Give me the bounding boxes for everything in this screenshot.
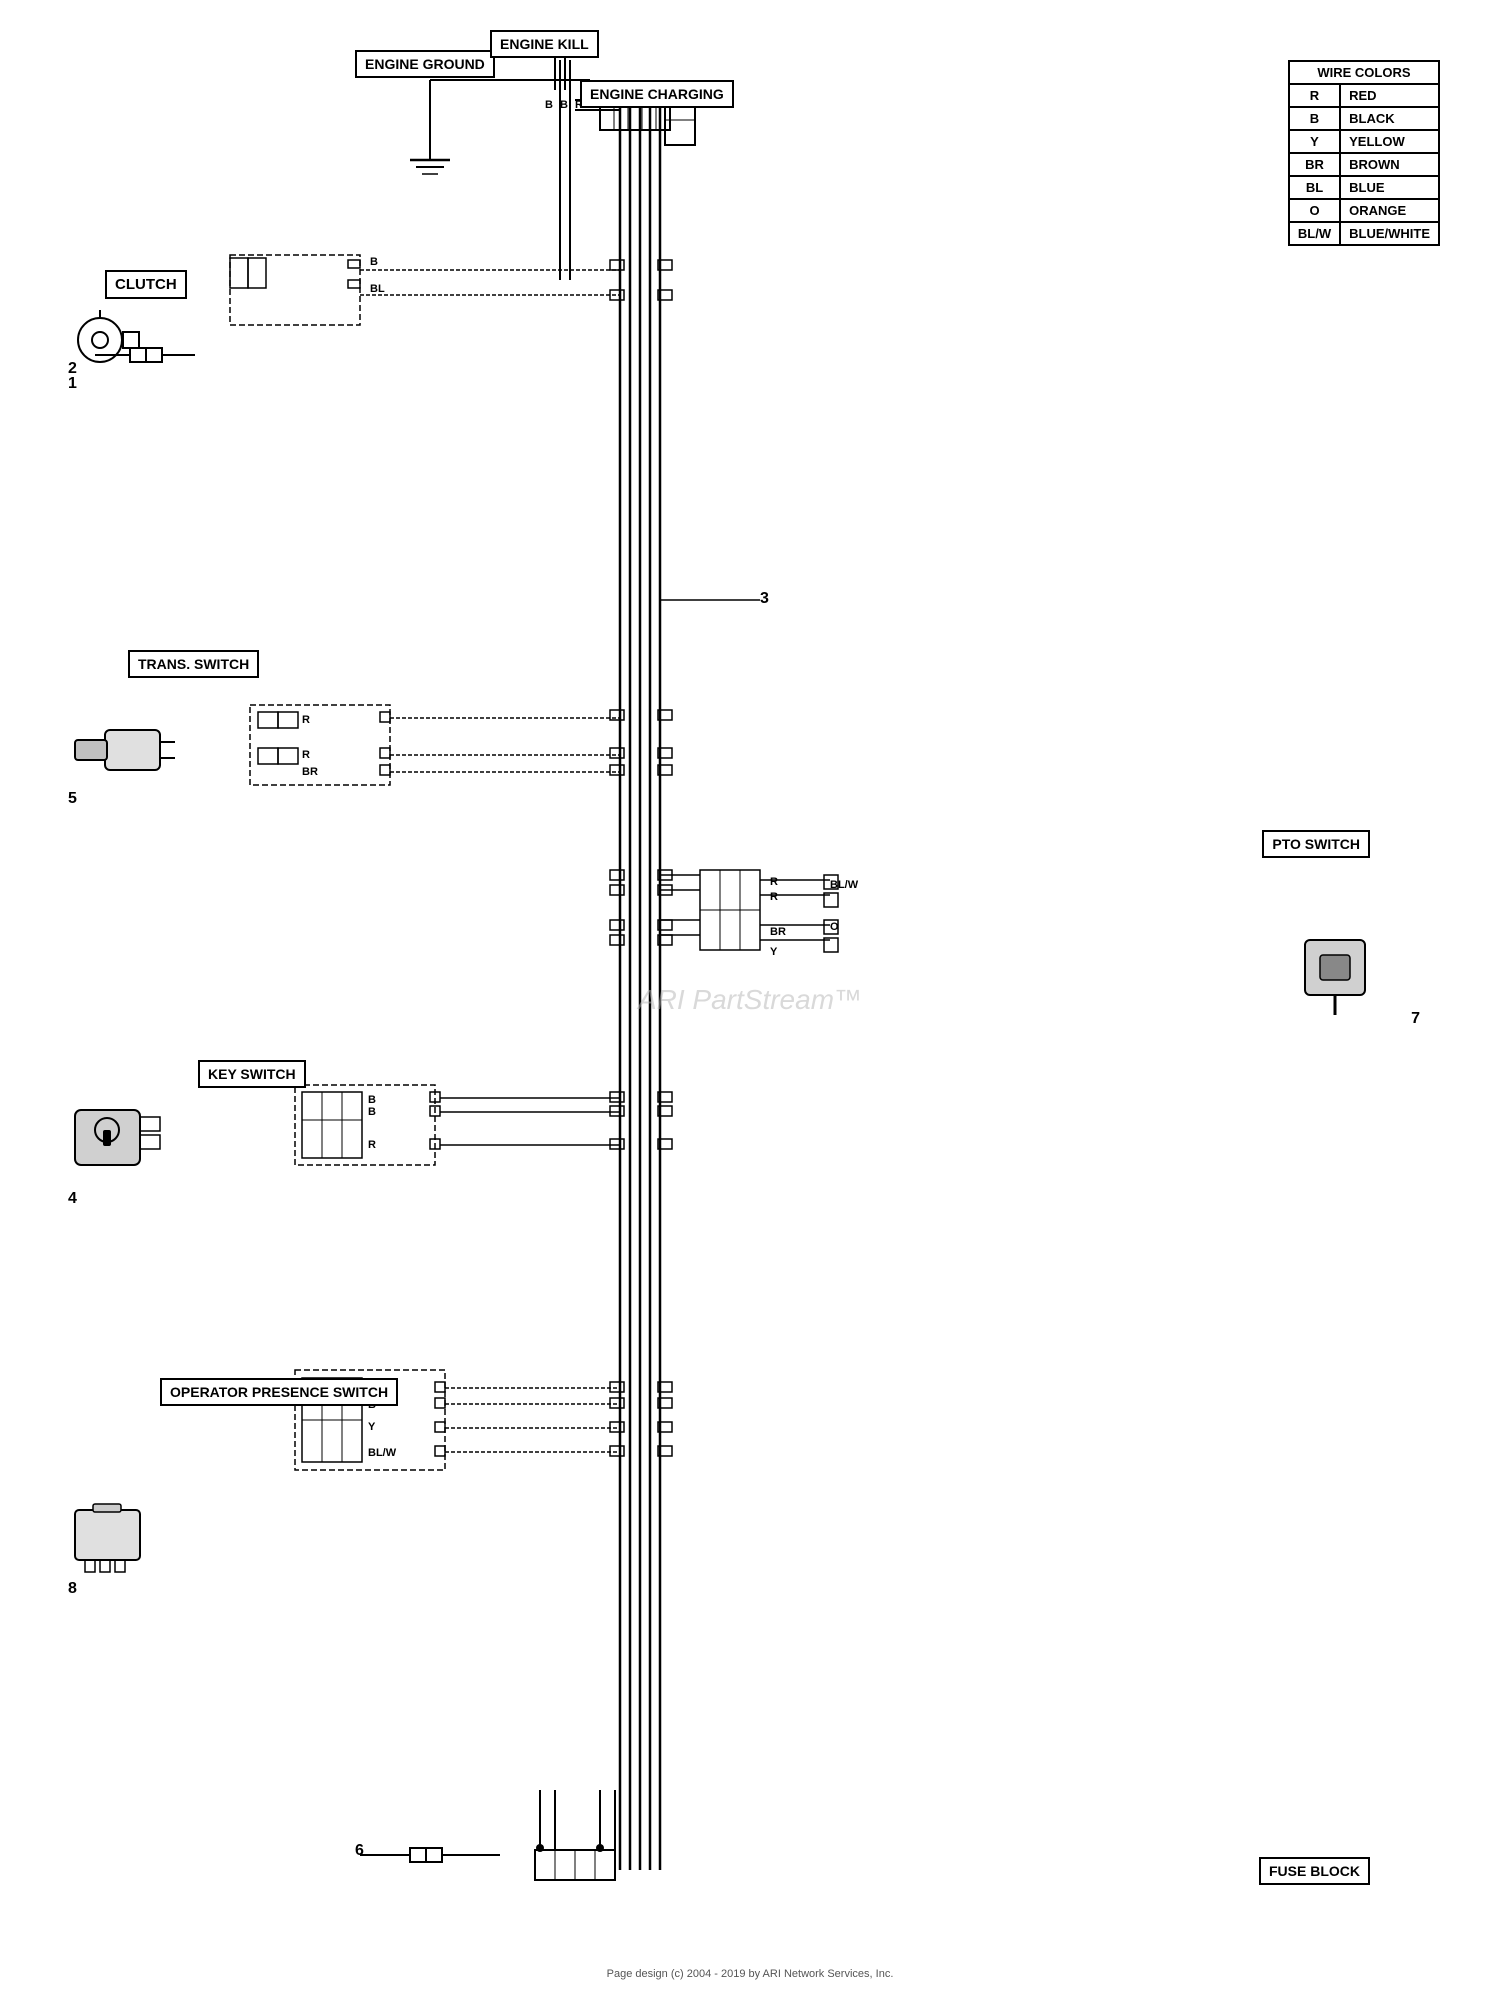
key-switch-label: KEY SWITCH bbox=[198, 1060, 306, 1088]
wire-color-row: YYELLOW bbox=[1289, 130, 1439, 153]
wire-color-row: BL/WBLUE/WHITE bbox=[1289, 222, 1439, 245]
op-presence-label: OPERATOR PRESENCE SWITCH bbox=[160, 1378, 398, 1406]
fuse-block-label: FUSE BLOCK bbox=[1259, 1857, 1370, 1885]
svg-text:Y: Y bbox=[368, 1421, 376, 1433]
pto-switch-component bbox=[1290, 930, 1380, 1025]
svg-text:B: B bbox=[368, 1094, 376, 1106]
key-switch-component bbox=[60, 1095, 190, 1190]
svg-text:B: B bbox=[545, 99, 553, 111]
engine-kill-label: ENGINE KILL bbox=[490, 30, 599, 58]
wiring-diagram-svg: B BL R R BR bbox=[0, 0, 1500, 2000]
wire-colors-table: WIRE COLORS RRED BBLACK YYELLOW BRBROWN … bbox=[1288, 60, 1440, 246]
svg-text:BR: BR bbox=[770, 926, 786, 938]
svg-text:Y: Y bbox=[770, 946, 778, 958]
svg-text:B: B bbox=[370, 256, 378, 268]
svg-text:R: R bbox=[770, 876, 778, 888]
trans-switch-component bbox=[65, 720, 195, 805]
wire-color-row: RRED bbox=[1289, 84, 1439, 107]
wire-color-row: BLBLUE bbox=[1289, 176, 1439, 199]
diagram-container: B BL R R BR bbox=[0, 0, 1500, 2000]
svg-text:BR: BR bbox=[302, 766, 318, 778]
op-presence-component bbox=[65, 1500, 155, 1585]
svg-text:R: R bbox=[302, 714, 310, 726]
svg-text:B: B bbox=[560, 99, 568, 111]
wire-color-row: BRBROWN bbox=[1289, 153, 1439, 176]
svg-text:R: R bbox=[368, 1139, 376, 1151]
wire-color-row: OORANGE bbox=[1289, 199, 1439, 222]
svg-text:R: R bbox=[770, 891, 778, 903]
wire-color-row: BBLACK bbox=[1289, 107, 1439, 130]
item-2-label: 2 bbox=[68, 360, 77, 378]
item-3-label: 3 bbox=[760, 590, 769, 608]
clutch-component bbox=[65, 310, 165, 395]
clutch-label: CLUTCH bbox=[105, 270, 187, 299]
svg-text:B: B bbox=[368, 1106, 376, 1118]
engine-ground-label: ENGINE GROUND bbox=[355, 50, 495, 78]
svg-text:BL: BL bbox=[370, 283, 385, 295]
item-5-label: 5 bbox=[68, 790, 77, 808]
footer-text: Page design (c) 2004 - 2019 by ARI Netwo… bbox=[607, 1968, 894, 1980]
svg-text:R: R bbox=[302, 749, 310, 761]
wire-colors-title: WIRE COLORS bbox=[1289, 61, 1439, 84]
item-4-label: 4 bbox=[68, 1190, 77, 1208]
engine-charging-label: ENGINE CHARGING bbox=[580, 80, 734, 108]
item-8-label: 8 bbox=[68, 1580, 77, 1598]
item-6-label: 6 bbox=[355, 1842, 364, 1860]
item-7-label: 7 bbox=[1411, 1010, 1420, 1028]
trans-switch-label: TRANS. SWITCH bbox=[128, 650, 259, 678]
svg-text:BL/W: BL/W bbox=[368, 1447, 397, 1459]
pto-switch-label: PTO SWITCH bbox=[1262, 830, 1370, 858]
